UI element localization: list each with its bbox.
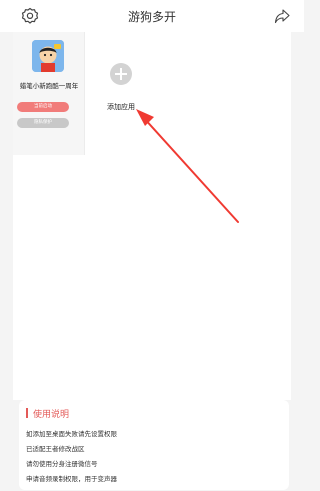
instructions-title: 使用说明 <box>33 410 70 420</box>
launch-button[interactable]: 当前启动 <box>17 102 69 112</box>
app-card[interactable]: 蜡笔小新跑酷一周年 当前启动 隐私保护 <box>13 32 85 155</box>
accent-bar <box>26 408 28 418</box>
instruction-line: 请勿使用分身注册微信号 <box>26 460 98 468</box>
share-icon[interactable] <box>274 8 290 24</box>
privacy-protect-button[interactable]: 隐私保护 <box>17 118 69 128</box>
app-name: 蜡笔小新跑酷一周年 <box>19 82 79 90</box>
page-title: 游狗多开 <box>127 10 176 24</box>
add-app-label: 添加应用 <box>107 103 135 111</box>
instructions-panel: 使用说明 如添加至桌面失败请先设置权限 已适配王者修改战区 请勿使用分身注册微信… <box>19 400 289 490</box>
instruction-line: 申请音频录制权限，用于变声器 <box>26 475 117 483</box>
plus-circle-icon[interactable] <box>109 62 133 86</box>
instruction-line: 如添加至桌面失败请先设置权限 <box>26 430 117 438</box>
top-bar: 游狗多开 <box>0 0 304 32</box>
app-grid: 蜡笔小新跑酷一周年 当前启动 隐私保护 添加应用 <box>13 32 291 400</box>
instruction-line: 已适配王者修改战区 <box>26 445 85 453</box>
add-app-card[interactable]: 添加应用 <box>85 32 157 155</box>
crayon-shinchan-app-icon[interactable] <box>32 40 64 72</box>
